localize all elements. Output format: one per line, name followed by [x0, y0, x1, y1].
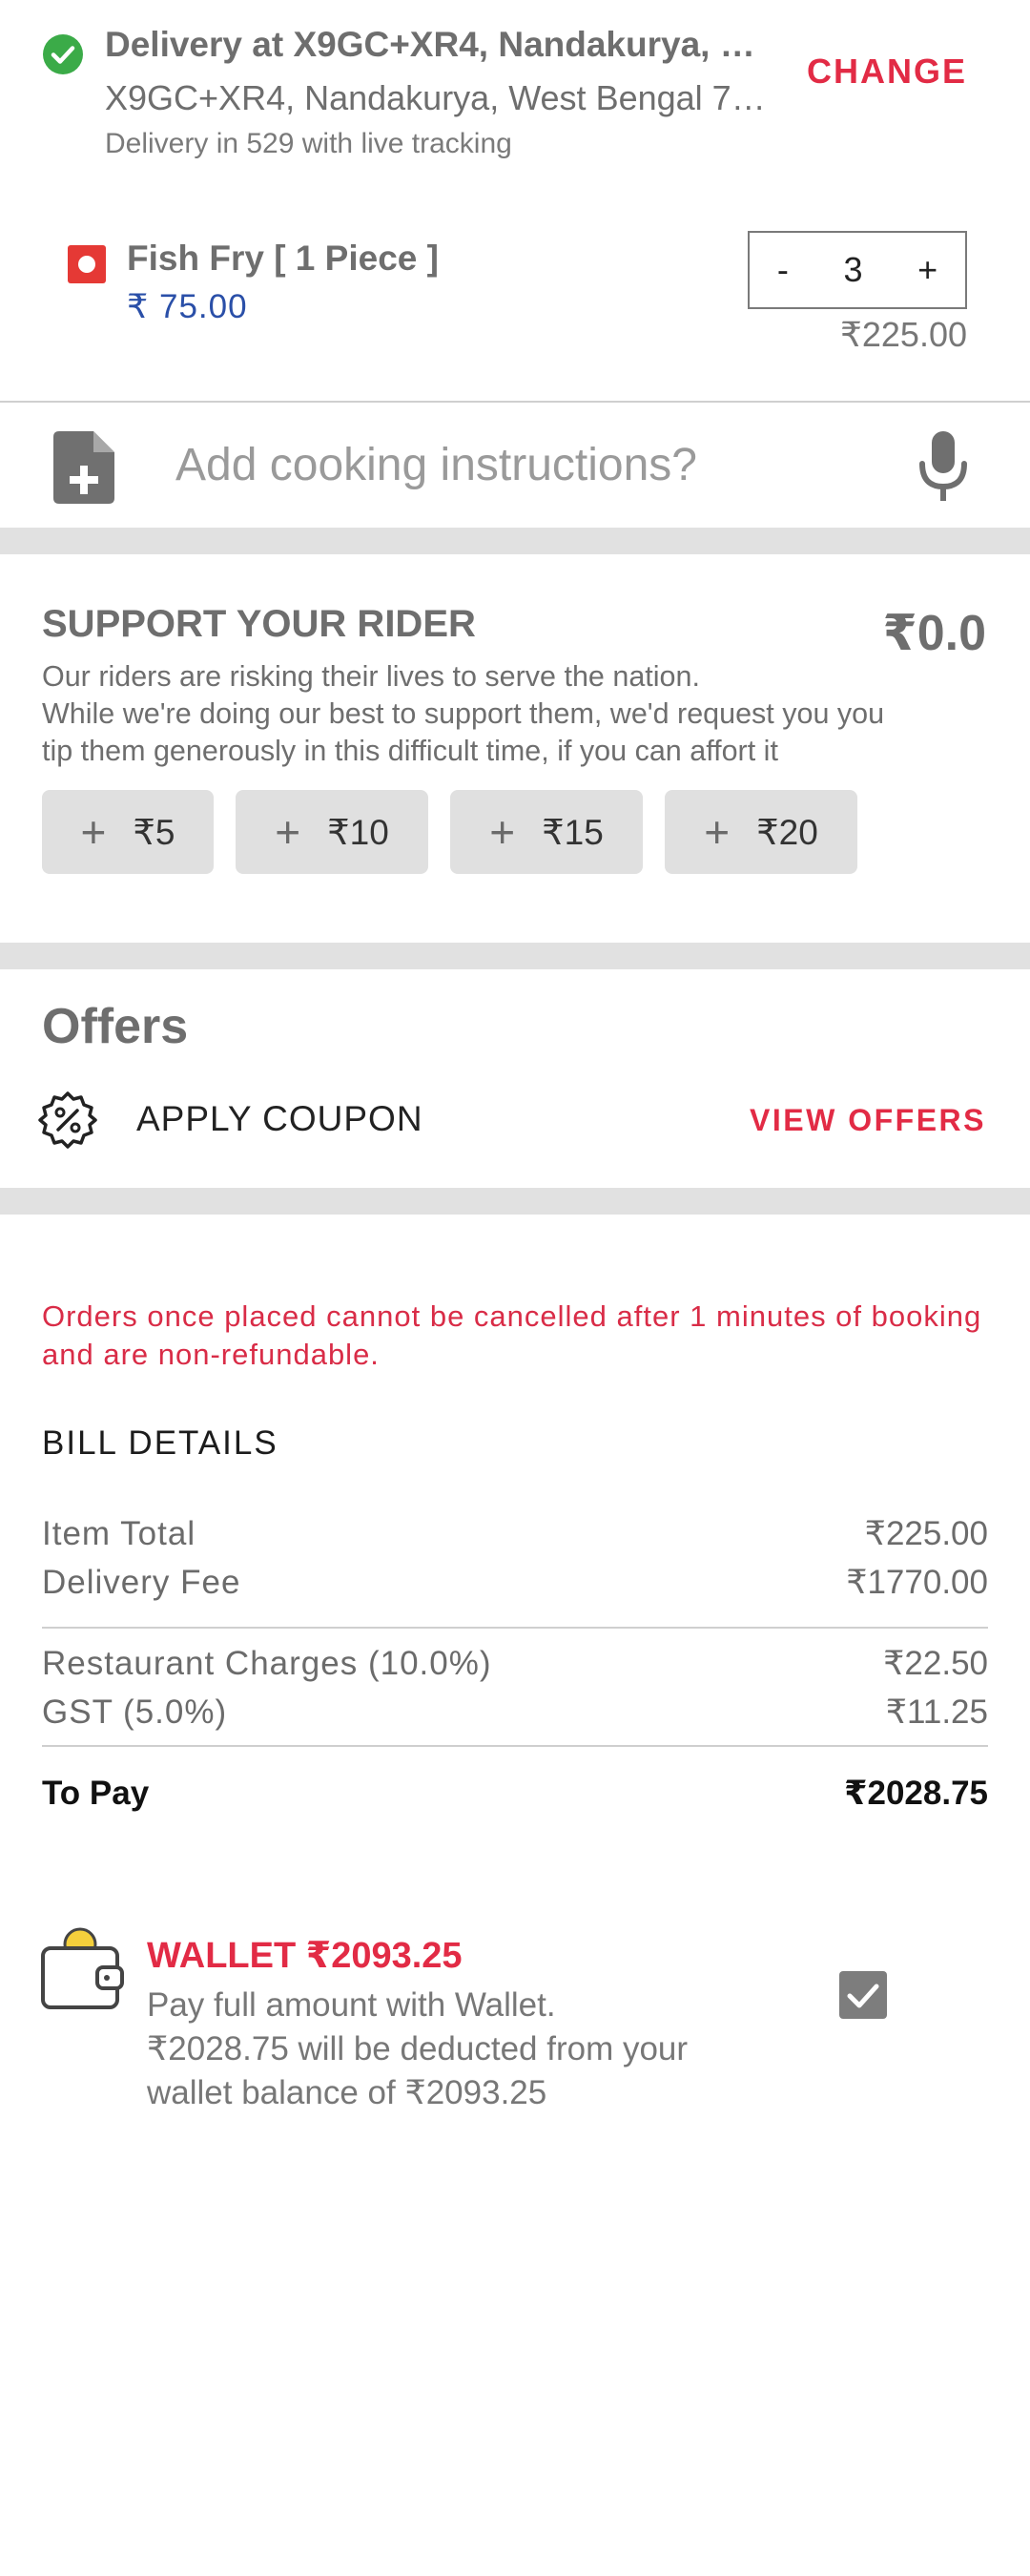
increase-quantity-button[interactable]: +	[917, 250, 937, 290]
delivery-eta: Delivery in 529 with live tracking	[105, 128, 512, 159]
divider	[42, 1627, 988, 1629]
wallet-desc-line: Pay full amount with Wallet.	[147, 1986, 556, 2024]
bill-value: ₹1770.00	[846, 1564, 988, 1601]
divider	[42, 1745, 988, 1747]
tip-button-15[interactable]: + ₹15	[450, 790, 643, 874]
wallet-icon	[41, 1927, 124, 2009]
bill-row-gst: GST (5.0%) ₹11.25	[42, 1693, 988, 1732]
cancellation-notice: Orders once placed cannot be cancelled a…	[42, 1299, 982, 1371]
item-name: Fish Fry [ 1 Piece ]	[127, 239, 439, 278]
tip-label: ₹5	[133, 812, 175, 852]
bill-value: ₹225.00	[864, 1515, 988, 1552]
delivery-address-section: Delivery at X9GC+XR4, Nandakurya, West B…	[0, 0, 1030, 181]
add-note-icon	[53, 431, 114, 504]
bill-label: GST (5.0%)	[42, 1693, 228, 1731]
rider-desc-line: tip them generously in this difficult ti…	[42, 735, 778, 767]
tip-amount: ₹0.0	[882, 606, 986, 661]
check-circle-icon	[43, 34, 83, 74]
cooking-instructions-input[interactable]	[174, 431, 898, 498]
support-rider-title: SUPPORT YOUR RIDER	[42, 603, 476, 645]
tip-button-5[interactable]: + ₹5	[42, 790, 214, 874]
rider-desc-line: Our riders are risking their lives to se…	[42, 660, 700, 693]
tip-label: ₹20	[756, 812, 818, 852]
to-pay-label: To Pay	[42, 1775, 150, 1812]
decrease-quantity-button[interactable]: -	[777, 250, 789, 290]
view-offers-button[interactable]: VIEW OFFERS	[750, 1103, 986, 1138]
coupon-badge-icon	[38, 1091, 97, 1149]
checkmark-icon	[847, 1984, 879, 2008]
section-separator	[0, 528, 1030, 554]
tip-button-20[interactable]: + ₹20	[665, 790, 857, 874]
rider-desc-line: While we're doing our best to support th…	[42, 697, 885, 730]
item-line-total: ₹225.00	[839, 315, 967, 354]
bill-value: ₹22.50	[883, 1645, 988, 1682]
delivery-title: Delivery at X9GC+XR4, Nandakurya, West B…	[105, 25, 772, 64]
wallet-title: WALLET ₹2093.25	[147, 1936, 463, 1976]
wallet-checkbox[interactable]	[839, 1971, 887, 2019]
change-address-button[interactable]: CHANGE	[807, 52, 967, 92]
quantity-value: 3	[843, 250, 863, 289]
plus-icon: +	[704, 807, 731, 857]
bill-value: ₹11.25	[885, 1693, 988, 1731]
delivery-address: X9GC+XR4, Nandakurya, West Bengal 743272…	[105, 78, 772, 117]
offers-title: Offers	[42, 999, 189, 1054]
cooking-instructions-row	[0, 403, 1030, 527]
section-separator	[0, 1188, 1030, 1215]
tip-label: ₹15	[542, 812, 604, 852]
section-separator	[0, 943, 1030, 969]
to-pay-amount: ₹2028.75	[844, 1775, 988, 1812]
bill-label: Restaurant Charges (10.0%)	[42, 1645, 492, 1682]
wallet-desc-line: ₹2028.75 will be deducted from your	[147, 2030, 689, 2067]
bill-details-title: BILL DETAILS	[42, 1424, 278, 1462]
bill-label: Item Total	[42, 1515, 196, 1552]
cart-item: Fish Fry [ 1 Piece ] ₹ 75.00 - 3 + ₹225.…	[0, 219, 1030, 401]
bill-row-item-total: Item Total ₹225.00	[42, 1515, 988, 1553]
plus-icon: +	[80, 807, 107, 857]
wallet-description: Pay full amount with Wallet. ₹2028.75 wi…	[147, 1984, 814, 2115]
to-pay-row: To Pay ₹2028.75	[42, 1775, 988, 1813]
bill-row-restaurant-charges: Restaurant Charges (10.0%) ₹22.50	[42, 1645, 988, 1683]
apply-coupon-button[interactable]: APPLY COUPON	[136, 1099, 423, 1139]
tip-button-10[interactable]: + ₹10	[236, 790, 428, 874]
bill-row-delivery-fee: Delivery Fee ₹1770.00	[42, 1564, 988, 1602]
item-price: ₹ 75.00	[127, 288, 248, 325]
tip-label: ₹10	[327, 812, 389, 852]
bill-label: Delivery Fee	[42, 1564, 241, 1601]
quantity-stepper: - 3 +	[748, 231, 967, 309]
plus-icon: +	[275, 807, 301, 857]
microphone-icon[interactable]	[916, 429, 971, 506]
wallet-desc-line: wallet balance of ₹2093.25	[147, 2074, 547, 2111]
support-rider-description: Our riders are risking their lives to se…	[42, 658, 986, 770]
food-type-icon	[68, 245, 106, 283]
plus-icon: +	[489, 807, 516, 857]
